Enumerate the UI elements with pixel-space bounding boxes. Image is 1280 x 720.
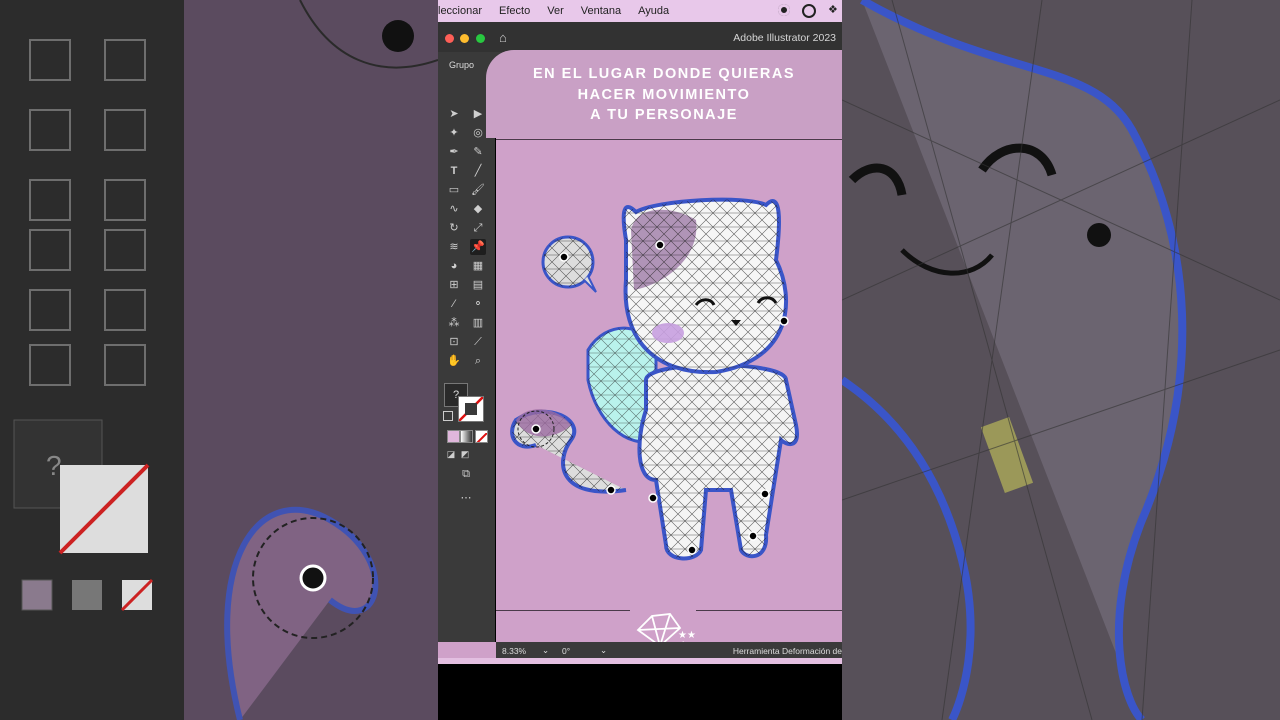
gradient-tool-icon[interactable]: ▤ [470, 277, 486, 293]
menu-item-ventana[interactable]: Ventana [581, 5, 621, 17]
background-left-blur: ? [0, 0, 438, 720]
curvature-tool-icon[interactable]: ✎ [470, 144, 486, 160]
draw-behind-icon[interactable]: ◩ [457, 446, 473, 462]
rotation-dropdown-icon[interactable]: ⌄ [600, 645, 607, 656]
dropbox-icon[interactable]: ❖ [828, 4, 840, 16]
rotate-tool-icon[interactable]: ↻ [446, 220, 462, 236]
footer-divider-left [496, 610, 630, 611]
warp-tool-icon[interactable]: ≋ [446, 239, 462, 255]
screen-recording: leccionar Efecto Ver Ventana Ayuda ❖ ⌂ A… [438, 0, 842, 720]
more-tools-icon[interactable]: ⋯ [458, 490, 474, 506]
tutorial-banner-text: EN EL LUGAR DONDE QUIERAS HACER MOVIMIEN… [486, 64, 842, 126]
artboard-canvas[interactable] [496, 80, 842, 642]
menu-item-ayuda[interactable]: Ayuda [638, 5, 669, 17]
background-right-art [842, 0, 1280, 720]
selection-type-label: Grupo [449, 60, 475, 70]
current-tool-label: Herramienta Deformación de [732, 646, 842, 656]
eraser-icon[interactable]: ◆ [470, 201, 486, 217]
paintbrush-icon[interactable]: 🖌 [470, 182, 486, 198]
cat-mesh-artwork[interactable] [496, 80, 842, 642]
bottom-pink-strip [438, 658, 842, 664]
home-icon[interactable]: ⌂ [499, 31, 513, 44]
tools-panel: ➤ ▶ ✦ ◎ ✒ ✎ T ╱ ▭ 🖌 ∿ ◆ ↻ ⤢ ≋ 📌 ◕ ▦ ⊞ ▤ … [438, 80, 495, 642]
stroke-swatch[interactable] [458, 396, 484, 422]
gradient-mode-button[interactable] [460, 430, 473, 443]
shaper-tool-icon[interactable]: ∿ [446, 201, 462, 217]
creative-cloud-icon[interactable] [802, 4, 816, 18]
perspective-grid-icon[interactable]: ▦ [470, 258, 486, 274]
graph-tool-icon[interactable]: ▥ [470, 315, 486, 331]
zoom-dropdown-icon[interactable]: ⌄ [542, 645, 549, 656]
banner-line-2: HACER MOVIMIENTO [577, 86, 751, 103]
scale-tool-icon[interactable]: ⤢ [470, 220, 486, 236]
background-right-blur [842, 0, 1280, 720]
symbol-sprayer-icon[interactable]: ⁂ [446, 315, 462, 331]
footer-divider-right [696, 610, 842, 611]
eyedropper-icon[interactable]: ⁄ [446, 296, 462, 312]
banner-line-1: EN EL LUGAR DONDE QUIERAS [532, 66, 795, 82]
svg-text:★★: ★★ [678, 630, 696, 641]
status-bar: 8.33% ⌄ 0° ⌄ Herramienta Deformación de [496, 642, 842, 658]
banner-divider [496, 139, 842, 140]
color-mode-button[interactable] [447, 430, 460, 443]
menu-item-ver[interactable]: Ver [547, 5, 564, 17]
swap-fill-stroke-icon[interactable] [443, 411, 453, 421]
selection-tool-icon[interactable]: ➤ [446, 106, 462, 122]
banner-line-3: A TU PERSONAJE [590, 107, 738, 123]
magic-wand-icon[interactable]: ✦ [446, 125, 462, 141]
tutorial-banner: EN EL LUGAR DONDE QUIERAS HACER MOVIMIEN… [486, 50, 842, 138]
shape-builder-icon[interactable]: ◕ [446, 258, 462, 274]
lasso-icon[interactable]: ◎ [470, 125, 486, 141]
artboard-tool-icon[interactable]: ⊡ [446, 334, 462, 350]
none-mode-button[interactable] [475, 430, 488, 443]
app-title: Adobe Illustrator 2023 [733, 32, 836, 44]
line-tool-icon[interactable]: ╱ [470, 163, 486, 179]
minimize-window-button[interactable] [460, 34, 469, 43]
svg-text:?: ? [46, 450, 62, 481]
pen-tool-icon[interactable]: ✒ [446, 144, 462, 160]
zoom-tool-icon[interactable]: ⌕ [470, 353, 486, 369]
slice-tool-icon[interactable]: ⟋ [470, 334, 486, 350]
macos-menubar: leccionar Efecto Ver Ventana Ayuda ❖ [438, 0, 842, 22]
menu-item-efecto[interactable]: Efecto [499, 5, 530, 17]
speech-bubble-art [541, 235, 597, 293]
hand-tool-icon[interactable]: ✋ [446, 353, 462, 369]
mesh-tool-icon[interactable]: ⊞ [446, 277, 462, 293]
zoom-window-button[interactable] [476, 34, 485, 43]
rectangle-tool-icon[interactable]: ▭ [446, 182, 462, 198]
direct-selection-tool-icon[interactable]: ▶ [470, 106, 486, 122]
record-icon[interactable] [778, 4, 790, 16]
screen-mode-icon[interactable]: ⧉ [458, 466, 474, 482]
menu-item-seleccionar[interactable]: leccionar [438, 5, 482, 17]
background-left-art: ? [13, 0, 438, 720]
rotation-field[interactable]: 0° [562, 646, 570, 656]
zoom-level-field[interactable]: 8.33% [502, 646, 526, 656]
close-window-button[interactable] [445, 34, 454, 43]
blend-tool-icon[interactable]: ⚬ [470, 296, 486, 312]
puppet-warp-tool-icon[interactable]: 📌 [470, 239, 486, 255]
status-left-area [438, 642, 496, 658]
type-tool-icon[interactable]: T [446, 163, 462, 179]
window-titlebar: ⌂ Adobe Illustrator 2023 [438, 22, 842, 52]
